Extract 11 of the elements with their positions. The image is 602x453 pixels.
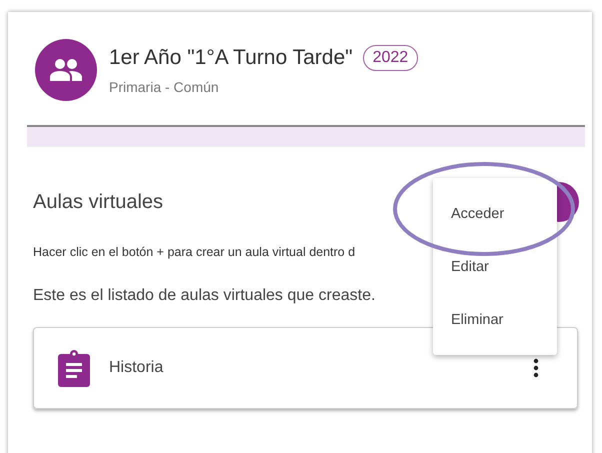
- menu-item[interactable]: Acceder: [433, 190, 557, 243]
- classroom-name: Historia: [109, 359, 164, 377]
- year-badge: 2022: [362, 45, 418, 71]
- more-options-icon[interactable]: [533, 358, 539, 378]
- course-subtitle: Primaria - Común: [109, 79, 220, 95]
- menu-item[interactable]: Editar: [433, 243, 557, 296]
- clipboard-icon: [57, 349, 91, 387]
- course-title: 1er Año "1°A Turno Tarde": [109, 46, 353, 70]
- hint-text: Hacer clic en el botón + para crear un aula virtual dentro d: [33, 245, 356, 259]
- section-title: Aulas virtuales: [33, 190, 164, 214]
- intro-text: Este es el listado de aulas virtuales que creaste.: [33, 287, 376, 305]
